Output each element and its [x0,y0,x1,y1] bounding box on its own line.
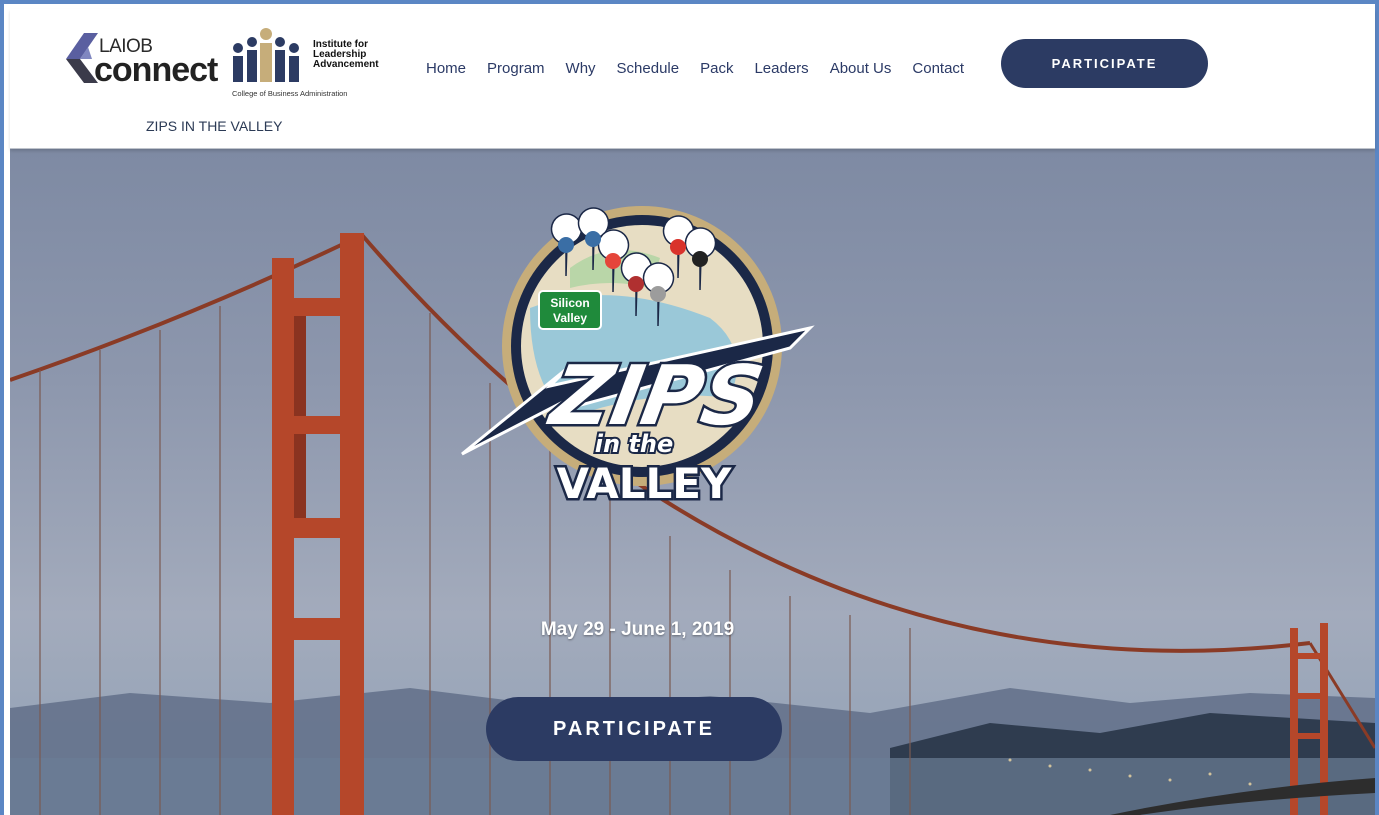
nav-schedule[interactable]: Schedule [617,60,680,77]
silicon-sign-text: Silicon [550,296,589,310]
logo-connect-text: connect [94,51,218,89]
laiob-connect-logo[interactable]: LAIOB connect [62,29,222,93]
ila-subtitle: College of Business Administration [232,89,348,98]
site-name[interactable]: ZIPS IN THE VALLEY [146,118,282,134]
people-figures-icon [233,28,299,82]
nav-contact[interactable]: Contact [912,60,964,77]
hero-section: Silicon Valley ZIPS in the VALLEY May 29… [10,148,1375,815]
valley-sign-text: Valley [553,311,587,325]
nav-leaders[interactable]: Leaders [754,60,808,77]
ila-name: Institute for Leadership Advancement [313,40,379,70]
nav-program[interactable]: Program [487,60,545,77]
zips-in-the-valley-badge: Silicon Valley ZIPS in the VALLEY [461,206,815,511]
nav-why[interactable]: Why [566,60,596,77]
in-the-badge-text: in the [595,430,674,458]
site-header: LAIOB connect Institute for Leadership A… [10,9,1375,149]
main-nav: Home Program Why Schedule Pack Leaders A… [426,60,985,77]
participate-button-hero[interactable]: PARTICIPATE [486,697,782,761]
nav-about-us[interactable]: About Us [830,60,892,77]
valley-badge-text: VALLEY [557,459,732,508]
event-date: May 29 - June 1, 2019 [540,619,735,640]
nav-home[interactable]: Home [426,60,466,77]
nav-pack[interactable]: Pack [700,60,733,77]
ila-logo[interactable]: Institute for Leadership Advancement Col… [231,26,391,106]
participate-button-header[interactable]: PARTICIPATE [1001,39,1208,88]
ila-line-3: Advancement [313,59,379,70]
